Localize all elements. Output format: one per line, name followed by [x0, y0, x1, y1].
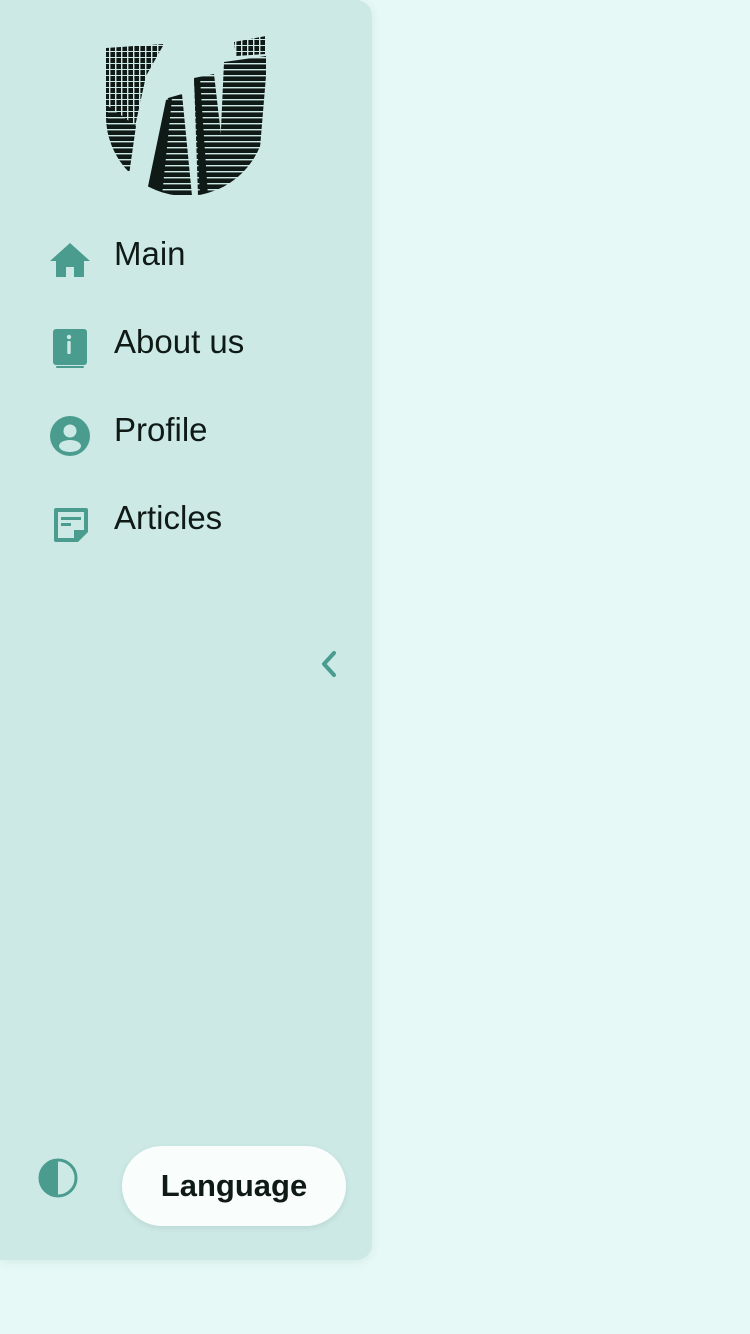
- nav-item-label: About us: [114, 323, 245, 360]
- article-icon: [48, 502, 92, 546]
- chevron-left-icon: [322, 651, 336, 677]
- nav-item-label: Main: [114, 235, 186, 272]
- nav-item-about-us[interactable]: About us: [0, 306, 372, 394]
- nav-item-label: Profile: [114, 411, 208, 448]
- collapse-sidebar-button[interactable]: [312, 646, 346, 682]
- user-circle-icon: [48, 414, 92, 458]
- theme-toggle-button[interactable]: [36, 1156, 80, 1200]
- logo: [106, 36, 266, 196]
- skyscrapers-logo-icon: [106, 36, 266, 196]
- nav-item-main[interactable]: Main: [0, 218, 372, 306]
- nav-item-profile[interactable]: Profile: [0, 394, 372, 482]
- contrast-icon: [38, 1158, 78, 1198]
- sidebar: Main About us Profile Articles Language: [0, 0, 372, 1260]
- nav-menu: Main About us Profile Articles: [0, 218, 372, 570]
- info-book-icon: [48, 326, 92, 370]
- nav-item-label: Articles: [114, 499, 223, 536]
- language-button[interactable]: Language: [122, 1146, 346, 1226]
- home-icon: [48, 238, 92, 282]
- nav-item-articles[interactable]: Articles: [0, 482, 372, 570]
